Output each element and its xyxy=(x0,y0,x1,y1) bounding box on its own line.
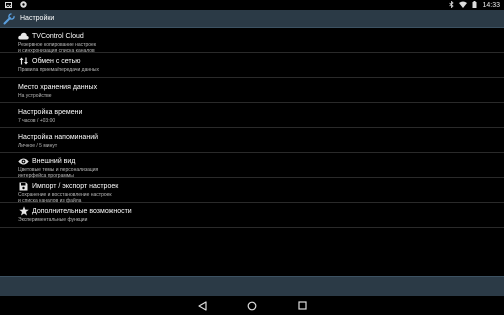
wrench-icon[interactable] xyxy=(1,10,17,27)
settings-item-additional-features[interactable]: Дополнительные возможности Экспериментал… xyxy=(0,203,504,228)
clock: 14:33 xyxy=(482,2,500,9)
save-icon xyxy=(18,182,29,191)
recents-button[interactable] xyxy=(296,300,308,311)
settings-list: TVControl Cloud Резервное копирование на… xyxy=(0,28,504,228)
cloud-icon xyxy=(18,32,29,41)
settings-item-subtitle: Личное / 5 минут xyxy=(18,143,58,149)
eye-icon xyxy=(18,157,29,166)
settings-item-network-exchange[interactable]: Обмен с сетью Правила приема/передачи да… xyxy=(0,53,504,78)
back-button[interactable] xyxy=(196,300,208,311)
settings-item-title: Настройка времени xyxy=(18,108,83,116)
home-button[interactable] xyxy=(246,300,258,311)
star-icon xyxy=(18,206,29,216)
settings-item-tvcontrol-cloud[interactable]: TVControl Cloud Резервное копирование на… xyxy=(0,28,504,54)
image-notification-icon xyxy=(5,1,12,10)
app-notification-icon xyxy=(20,1,27,10)
bluetooth-icon xyxy=(449,0,455,10)
settings-item-title: Настройка напоминаний xyxy=(18,133,99,141)
settings-item-title: Обмен с сетью xyxy=(32,57,81,65)
settings-item-title: TVControl Cloud xyxy=(32,32,84,40)
settings-item-title: Место хранения данных xyxy=(18,83,98,91)
wifi-icon xyxy=(459,1,468,10)
settings-item-subtitle: Экспериментальные функции xyxy=(18,217,88,223)
settings-item-storage-location[interactable]: Место хранения данных На устройстве xyxy=(0,78,504,103)
settings-item-subtitle: На устройстве xyxy=(18,93,52,99)
transfer-arrows-icon xyxy=(18,57,29,66)
settings-item-subtitle: Правила приема/передачи данных xyxy=(18,67,99,73)
app-bar: Настройки xyxy=(0,10,504,28)
settings-item-reminder-settings[interactable]: Настройка напоминаний Личное / 5 минут xyxy=(0,128,504,153)
settings-item-title: Импорт / экспорт настроек xyxy=(32,182,119,190)
settings-item-import-export[interactable]: Импорт / экспорт настроек Сохранение и в… xyxy=(0,178,504,204)
bottom-toolbar xyxy=(0,276,504,297)
battery-icon xyxy=(472,1,477,10)
settings-item-subtitle: 7 часов / +03:00 xyxy=(18,118,56,124)
page-title: Настройки xyxy=(20,15,55,22)
settings-item-title: Дополнительные возможности xyxy=(32,207,132,215)
navigation-bar xyxy=(0,296,504,315)
settings-item-time-settings[interactable]: Настройка времени 7 часов / +03:00 xyxy=(0,103,504,128)
status-bar: 14:33 xyxy=(0,0,504,10)
settings-item-title: Внешний вид xyxy=(32,157,76,165)
settings-item-appearance[interactable]: Внешний вид Цветовые темы и персонализац… xyxy=(0,153,504,179)
